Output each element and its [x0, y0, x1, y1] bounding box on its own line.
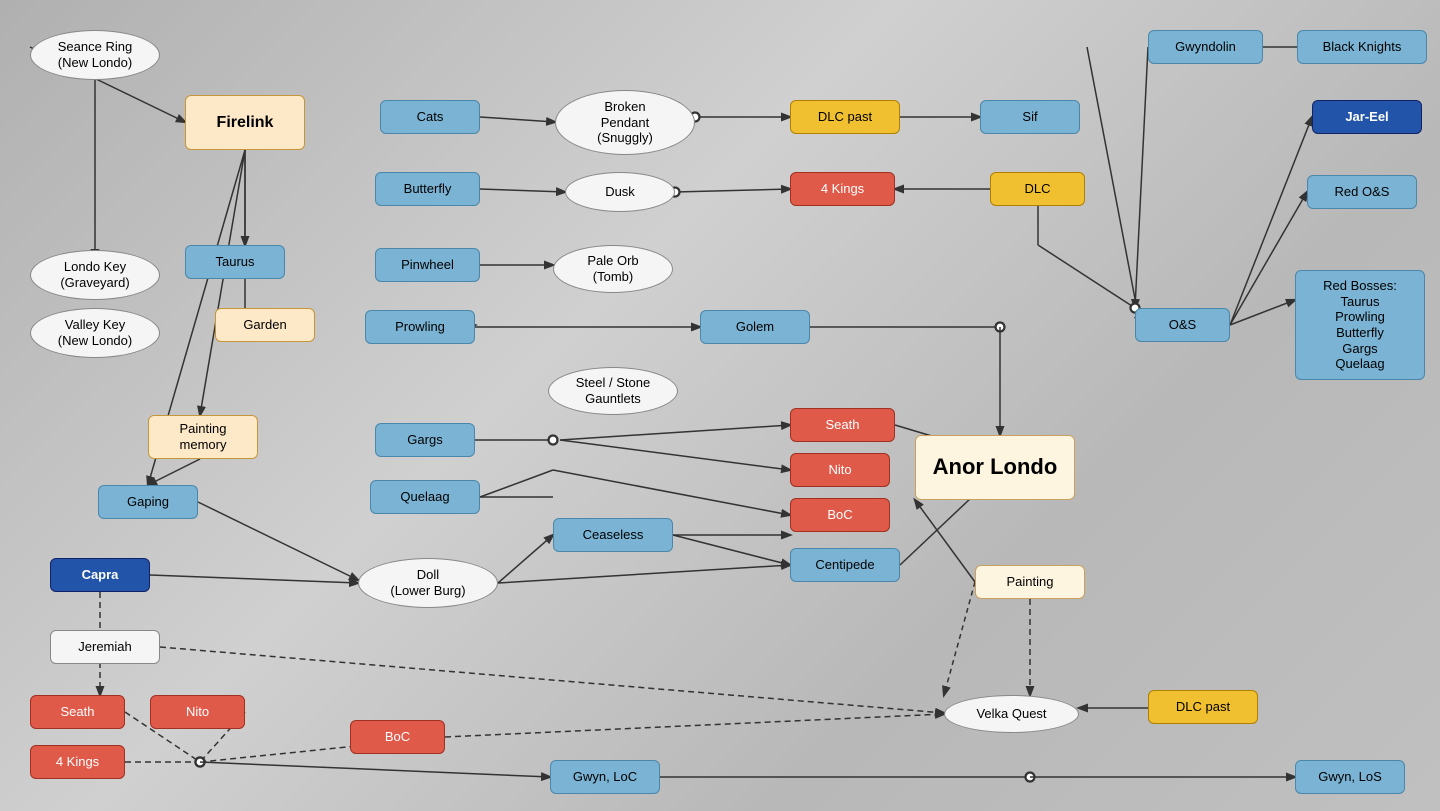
node-redbosses: Red Bosses: Taurus Prowling Butterfly Ga… — [1295, 270, 1425, 380]
node-redos: Red O&S — [1307, 175, 1417, 209]
node-quelaag: Quelaag — [370, 480, 480, 514]
node-dlcpast2: DLC past — [1148, 690, 1258, 724]
node-sif: Sif — [980, 100, 1080, 134]
node-butterfly: Butterfly — [375, 172, 480, 206]
node-seance: Seance Ring (New Londo) — [30, 30, 160, 80]
node-gwynloc: Gwyn, LoC — [550, 760, 660, 794]
node-os: O&S — [1135, 308, 1230, 342]
node-anorlondo: Anor Londo — [915, 435, 1075, 500]
node-steelstone: Steel / Stone Gauntlets — [548, 367, 678, 415]
node-dlc: DLC — [990, 172, 1085, 206]
node-boc: BoC — [790, 498, 890, 532]
node-fourbot: 4 Kings — [30, 745, 125, 779]
node-paleorb: Pale Orb (Tomb) — [553, 245, 673, 293]
node-garden: Garden — [215, 308, 315, 342]
node-valleykey: Valley Key (New Londo) — [30, 308, 160, 358]
node-cats: Cats — [380, 100, 480, 134]
node-fourkings: 4 Kings — [790, 172, 895, 206]
node-seathbot: Seath — [30, 695, 125, 729]
node-brokenpendant: Broken Pendant (Snuggly) — [555, 90, 695, 155]
node-jeremiah: Jeremiah — [50, 630, 160, 664]
node-prowling: Prowling — [365, 310, 475, 344]
node-ceaseless: Ceaseless — [553, 518, 673, 552]
node-blackknights: Black Knights — [1297, 30, 1427, 64]
node-capra: Capra — [50, 558, 150, 592]
node-dusk: Dusk — [565, 172, 675, 212]
node-nito: Nito — [790, 453, 890, 487]
node-gwyndolin: Gwyndolin — [1148, 30, 1263, 64]
node-paintingmem: Painting memory — [148, 415, 258, 459]
node-pinwheel: Pinwheel — [375, 248, 480, 282]
node-doll: Doll (Lower Burg) — [358, 558, 498, 608]
node-dlcpast1: DLC past — [790, 100, 900, 134]
node-seath: Seath — [790, 408, 895, 442]
node-golem: Golem — [700, 310, 810, 344]
node-painting: Painting — [975, 565, 1085, 599]
node-bocbot: BoC — [350, 720, 445, 754]
node-jareel: Jar-Eel — [1312, 100, 1422, 134]
node-centipede: Centipede — [790, 548, 900, 582]
node-gargs: Gargs — [375, 423, 475, 457]
node-nitobot: Nito — [150, 695, 245, 729]
node-gwynlos: Gwyn, LoS — [1295, 760, 1405, 794]
node-gaping: Gaping — [98, 485, 198, 519]
node-taurus: Taurus — [185, 245, 285, 279]
node-firelink: Firelink — [185, 95, 305, 150]
node-londokey: Londo Key (Graveyard) — [30, 250, 160, 300]
node-velkaquest: Velka Quest — [944, 695, 1079, 733]
